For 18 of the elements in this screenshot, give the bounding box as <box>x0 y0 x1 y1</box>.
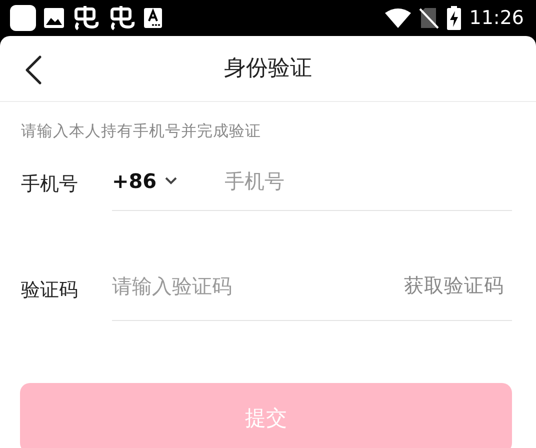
code-input[interactable]: 请输入验证码 <box>112 270 404 301</box>
no-sim-icon <box>419 7 440 29</box>
page-title: 身份验证 <box>224 55 312 83</box>
get-code-button[interactable]: 获取验证码 <box>404 271 504 300</box>
phone-input[interactable]: 手机号 <box>224 166 512 196</box>
country-code-dropdown[interactable]: +86 <box>112 166 177 196</box>
clock-time: 11:26 <box>469 6 524 31</box>
app-icon <box>72 5 100 31</box>
battery-charging-icon <box>447 6 462 30</box>
app-icon <box>10 5 36 31</box>
image-icon <box>44 8 64 28</box>
wifi-icon <box>385 8 412 28</box>
field-label: 手机号 <box>21 172 79 197</box>
caret-icon <box>164 176 177 185</box>
font-icon <box>144 8 162 28</box>
field-label: 验证码 <box>21 278 79 303</box>
app-icon <box>108 5 136 31</box>
hint-text: 请输入本人持有手机号并完成验证 <box>21 122 261 140</box>
